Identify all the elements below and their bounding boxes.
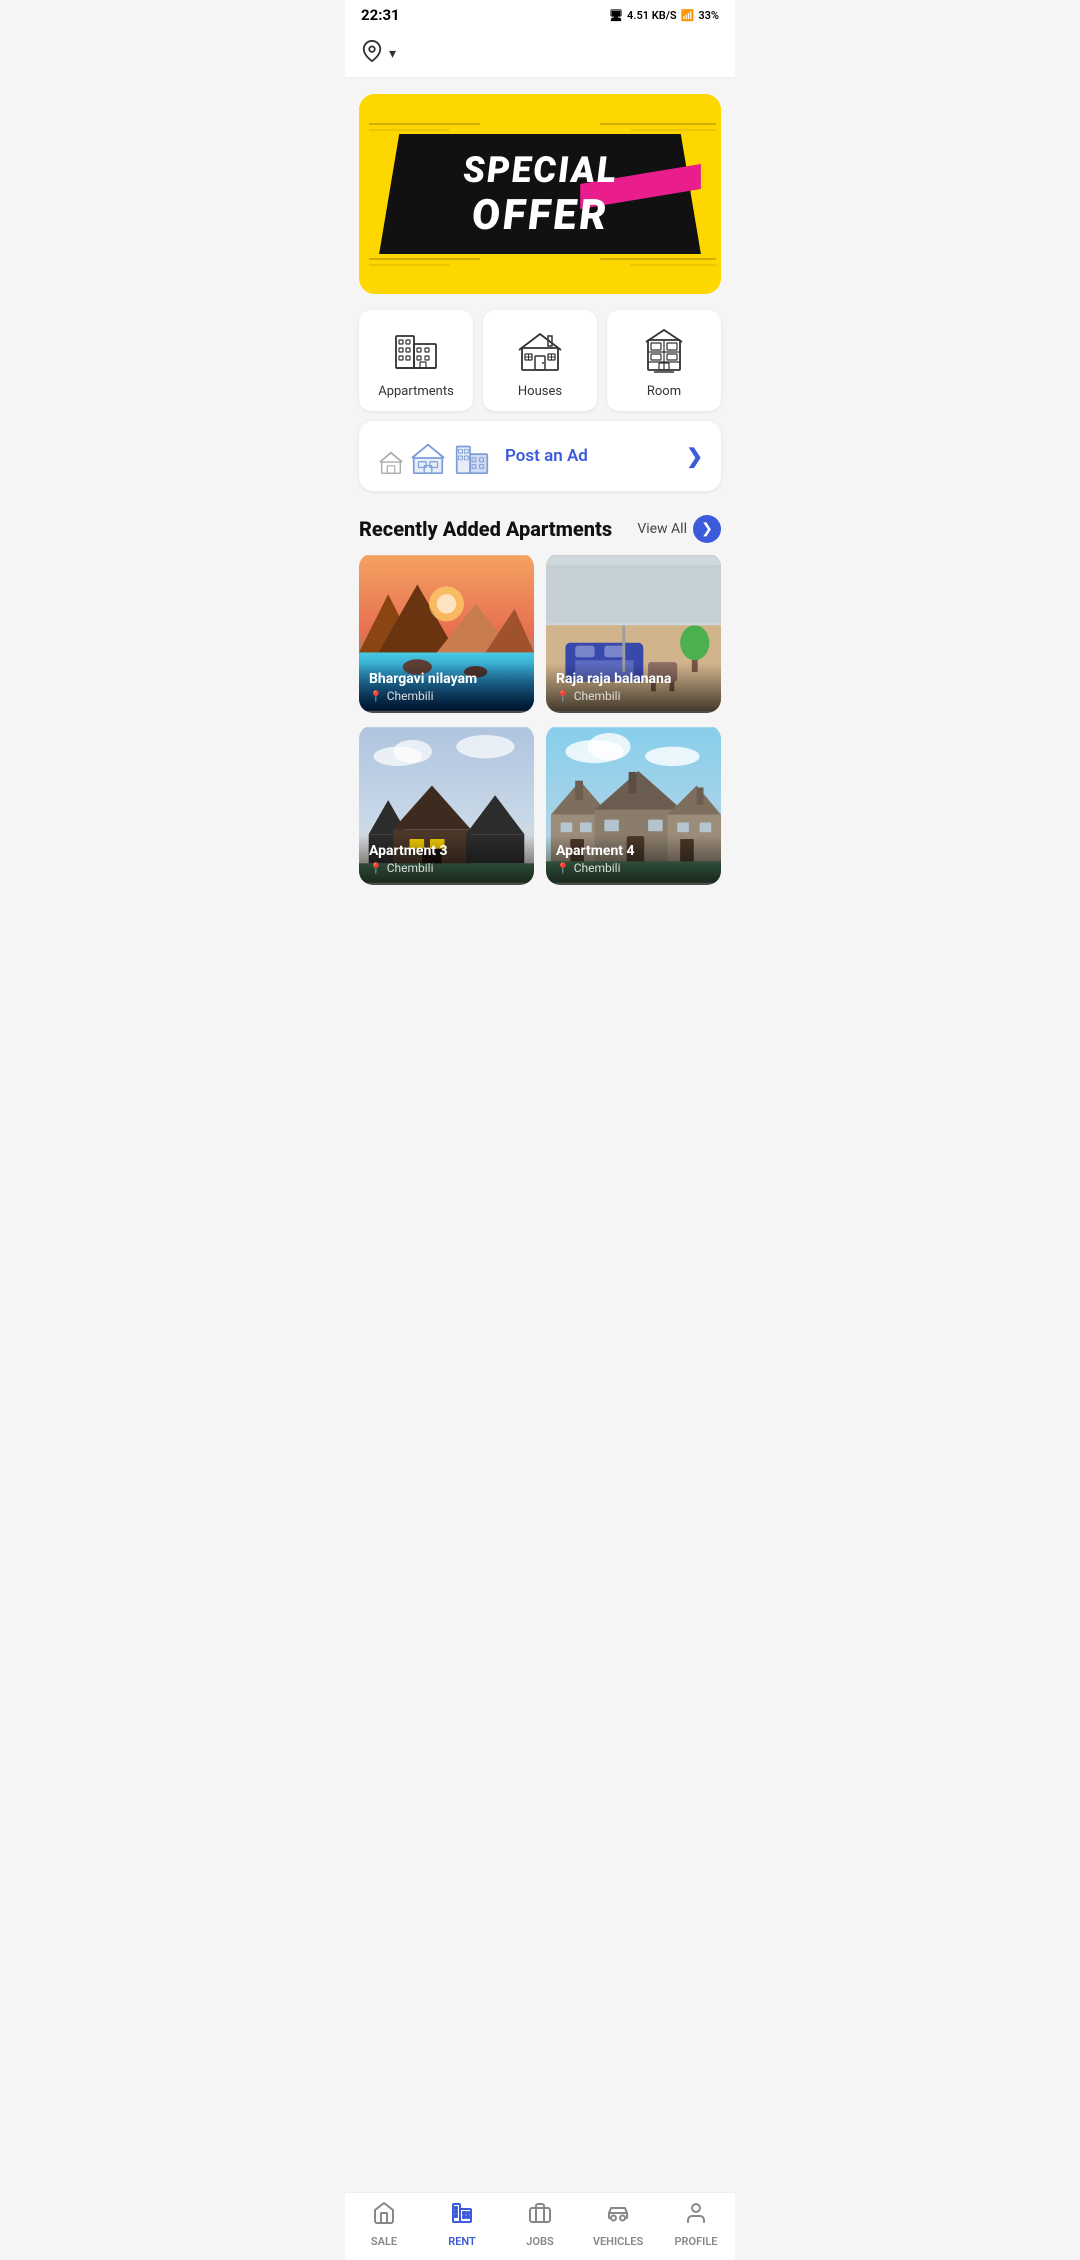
- section-title: Recently Added Apartments: [359, 517, 612, 541]
- small-house-icon: [377, 449, 405, 477]
- jobs-briefcase-icon: [528, 2201, 552, 2231]
- category-room[interactable]: Room: [607, 310, 721, 411]
- location-icon-1: 📍: [369, 690, 383, 703]
- nav-vehicles[interactable]: VEHICLES: [579, 2201, 657, 2248]
- apartments-label: Appartments: [378, 384, 454, 399]
- apt-name-4: Apartment 4: [556, 843, 711, 859]
- apartments-icon: [392, 326, 440, 374]
- houses-label: Houses: [518, 384, 562, 399]
- battery-indicator: 33%: [698, 9, 719, 22]
- bottom-navigation: SALE RENT JOBS: [345, 2192, 735, 2260]
- apt-card-4-overlay: Apartment 4 📍 Chembili: [546, 835, 721, 885]
- medium-house-icon: [409, 439, 447, 477]
- apt-location-text-2: Chembili: [574, 689, 621, 703]
- apt-name-1: Bhargavi nilayam: [369, 671, 524, 687]
- post-ad-section[interactable]: Post an Ad ❯: [359, 421, 721, 491]
- status-bar: 22:31 🖥 4.51 KB/S 📶 33%: [345, 0, 735, 30]
- profile-nav-label: PROFILE: [675, 2235, 718, 2248]
- view-all-label: View All: [637, 521, 687, 537]
- rent-nav-label: RENT: [448, 2235, 476, 2248]
- status-icons: 🖥 4.51 KB/S 📶 33%: [609, 9, 719, 22]
- location-bar[interactable]: ▾: [345, 30, 735, 78]
- view-all-circle-button[interactable]: ❯: [693, 515, 721, 543]
- special-offer-banner: SPECIAL OFFER: [359, 94, 721, 294]
- sale-nav-label: SALE: [371, 2235, 397, 2248]
- apt-location-text-1: Chembili: [387, 689, 434, 703]
- category-apartments[interactable]: Appartments: [359, 310, 473, 411]
- vehicles-nav-label: VEHICLES: [593, 2235, 643, 2248]
- nav-profile[interactable]: PROFILE: [657, 2201, 735, 2248]
- apartment-card-4[interactable]: Apartment 4 📍 Chembili: [546, 725, 721, 885]
- apt-card-1-overlay: Bhargavi nilayam 📍 Chembili: [359, 663, 534, 713]
- post-ad-label: Post an Ad: [505, 446, 674, 466]
- chevron-down-icon: ▾: [389, 46, 396, 62]
- view-all-arrow-icon: ❯: [701, 521, 713, 537]
- jobs-nav-label: JOBS: [526, 2235, 553, 2248]
- apt-location-text-4: Chembili: [574, 861, 621, 875]
- room-icon: [640, 326, 688, 374]
- apt-name-3: Apartment 3: [369, 843, 524, 859]
- houses-icon: [516, 326, 564, 374]
- banner-offer-text: OFFER: [461, 191, 618, 240]
- apt-location-2: 📍 Chembili: [556, 689, 711, 703]
- apt-name-2: Raja raja balanana: [556, 671, 711, 687]
- location-icon-4: 📍: [556, 862, 570, 875]
- tall-building-icon: [451, 435, 493, 477]
- recently-added-header: Recently Added Apartments View All ❯: [345, 501, 735, 553]
- nav-sale[interactable]: SALE: [345, 2201, 423, 2248]
- profile-person-icon: [684, 2201, 708, 2231]
- apt-card-2-overlay: Raja raja balanana 📍 Chembili: [546, 663, 721, 713]
- apt-location-3: 📍 Chembili: [369, 861, 524, 875]
- wifi-icon: 📶: [681, 9, 695, 22]
- apt-location-4: 📍 Chembili: [556, 861, 711, 875]
- banner-special-text: SPECIAL: [462, 149, 619, 191]
- post-ad-arrow-icon: ❯: [686, 444, 703, 468]
- vehicles-car-icon: [606, 2201, 630, 2231]
- apt-location-text-3: Chembili: [387, 861, 434, 875]
- apartment-card-1[interactable]: Bhargavi nilayam 📍 Chembili: [359, 553, 534, 713]
- apt-location-1: 📍 Chembili: [369, 689, 524, 703]
- room-label: Room: [647, 384, 681, 399]
- category-section: Appartments: [345, 310, 735, 411]
- view-all-button[interactable]: View All ❯: [637, 515, 721, 543]
- rent-building-icon: [450, 2201, 474, 2231]
- nav-jobs[interactable]: JOBS: [501, 2201, 579, 2248]
- apartment-grid: Bhargavi nilayam 📍 Chembili: [345, 553, 735, 895]
- apt-card-3-overlay: Apartment 3 📍 Chembili: [359, 835, 534, 885]
- apartment-card-3[interactable]: Apartment 3 📍 Chembili: [359, 725, 534, 885]
- category-houses[interactable]: Houses: [483, 310, 597, 411]
- location-pin-icon: [361, 40, 383, 67]
- post-ad-icons: [377, 435, 493, 477]
- status-time: 22:31: [361, 6, 400, 24]
- sale-home-icon: [372, 2201, 396, 2231]
- location-icon-2: 📍: [556, 690, 570, 703]
- nav-rent[interactable]: RENT: [423, 2201, 501, 2248]
- speed-indicator: 4.51 KB/S: [627, 9, 677, 22]
- apartment-card-2[interactable]: Raja raja balanana 📍 Chembili: [546, 553, 721, 713]
- monitor-icon: 🖥: [609, 9, 623, 22]
- location-icon-3: 📍: [369, 862, 383, 875]
